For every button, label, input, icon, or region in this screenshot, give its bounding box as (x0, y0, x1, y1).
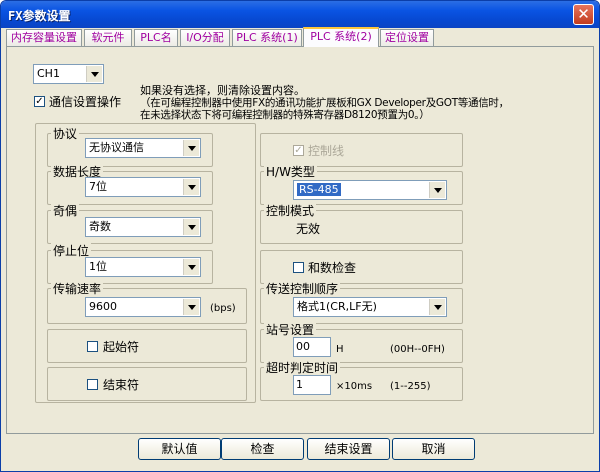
station-no-input[interactable]: 00 (293, 337, 331, 357)
tab-plc-name[interactable]: PLC名 (134, 29, 178, 46)
parity-value: 奇数 (89, 220, 111, 233)
protocol-label: 协议 (51, 125, 80, 142)
data-length-select[interactable]: 7位 (85, 177, 201, 197)
close-button[interactable]: ✕ (573, 4, 594, 25)
timeout-unit: ×10ms (336, 381, 373, 392)
station-no-range: (00H--0FH) (390, 344, 445, 355)
end-char-label: 结束符 (103, 378, 140, 392)
start-char-checkbox[interactable] (87, 341, 98, 352)
sum-check-checkbox[interactable] (293, 262, 304, 273)
chevron-down-icon[interactable] (86, 66, 102, 82)
chevron-down-icon[interactable] (183, 179, 199, 195)
control-line-group (260, 133, 463, 167)
tab-devices[interactable]: 软元件 (84, 29, 132, 46)
start-char-label: 起始符 (103, 340, 140, 354)
timeout-input[interactable]: 1 (293, 375, 331, 395)
chevron-down-icon[interactable] (183, 259, 199, 275)
chevron-down-icon[interactable] (183, 299, 199, 315)
parity-select[interactable]: 奇数 (85, 217, 201, 237)
finish-setup-button[interactable]: 结束设置 (307, 438, 390, 460)
tab-io-assignment[interactable]: I/O分配 (180, 29, 230, 46)
tab-positioning[interactable]: 定位设置 (380, 29, 434, 46)
baud-rate-unit: (bps) (210, 303, 236, 314)
transfer-seq-value: 格式1(CR,LF无) (297, 300, 377, 313)
baud-rate-label: 传输速率 (51, 280, 104, 297)
transfer-seq-select[interactable]: 格式1(CR,LF无) (293, 297, 447, 317)
fx-param-dialog: FX参数设置 ✕ 内存容量设置 软元件 PLC名 I/O分配 PLC 系统(1)… (0, 0, 600, 472)
sum-check-group (260, 250, 463, 284)
control-mode-label: 控制模式 (264, 202, 317, 219)
station-no-unit: H (336, 344, 344, 355)
baud-rate-value: 9600 (89, 300, 117, 313)
parity-label: 奇偶 (51, 202, 80, 219)
end-char-checkbox[interactable] (87, 379, 98, 390)
chevron-down-icon[interactable] (429, 182, 445, 198)
tab-panel: CH1 ✓ 通信设置操作 如果没有选择，则清除设置内容。 （在可编程控制器中使用… (6, 46, 594, 434)
protocol-value: 无协议通信 (89, 141, 144, 154)
channel-select[interactable]: CH1 (33, 64, 104, 84)
hw-type-value: RS-485 (297, 183, 341, 196)
end-char-group (47, 367, 247, 401)
station-no-label: 站号设置 (264, 321, 317, 338)
control-line-label: 控制线 (308, 144, 345, 158)
default-button[interactable]: 默认值 (138, 438, 221, 460)
baud-rate-select[interactable]: 9600 (85, 297, 201, 317)
sum-check-label: 和数检查 (308, 261, 357, 275)
window-title: FX参数设置 (8, 9, 71, 23)
stop-bit-value: 1位 (89, 260, 107, 273)
transfer-seq-label: 传送控制顺序 (264, 280, 341, 297)
tab-plc-system-1[interactable]: PLC 系统(1) (232, 29, 302, 46)
title-bar[interactable]: FX参数设置 ✕ (1, 1, 599, 28)
check-button[interactable]: 检查 (221, 438, 304, 460)
start-char-group (47, 329, 247, 363)
comm-setup-label: 通信设置操作 (49, 95, 122, 109)
tab-memory-capacity[interactable]: 内存容量设置 (6, 29, 82, 46)
note-line-3: 在未选择状态下将可编程控制器的特殊寄存器D8120预置为0。） (140, 109, 430, 121)
timeout-range: (1--255) (390, 381, 431, 392)
protocol-select[interactable]: 无协议通信 (85, 138, 201, 158)
comm-setup-checkbox[interactable]: ✓ (34, 96, 45, 107)
close-icon: ✕ (577, 5, 590, 23)
chevron-down-icon[interactable] (183, 219, 199, 235)
timeout-label: 超时判定时间 (264, 359, 341, 376)
control-mode-value: 无效 (296, 222, 321, 236)
chevron-down-icon[interactable] (183, 140, 199, 156)
stop-bit-select[interactable]: 1位 (85, 257, 201, 277)
hw-type-select[interactable]: RS-485 (293, 180, 447, 200)
channel-value: CH1 (37, 67, 60, 80)
chevron-down-icon[interactable] (429, 299, 445, 315)
tab-plc-system-2[interactable]: PLC 系统(2) (303, 27, 379, 47)
cancel-button[interactable]: 取消 (392, 438, 475, 460)
data-length-value: 7位 (89, 180, 107, 193)
control-line-checkbox[interactable]: ✓ (293, 145, 304, 156)
hw-type-label: H/W类型 (264, 163, 317, 180)
